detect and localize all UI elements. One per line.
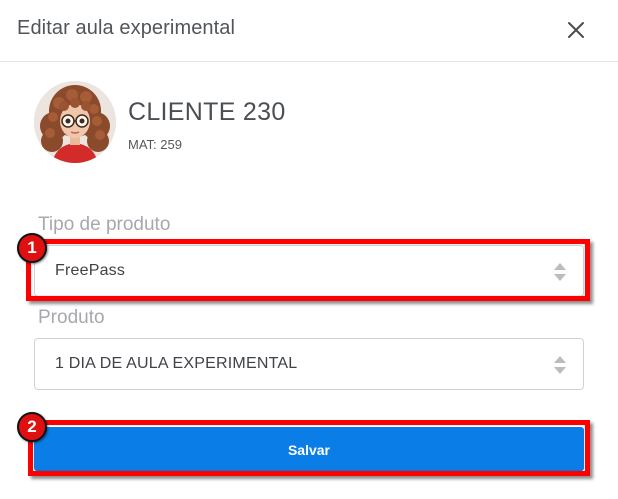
- modal-header: Editar aula experimental: [0, 0, 618, 62]
- product-type-label: Tipo de produto: [38, 214, 171, 235]
- avatar: [34, 81, 116, 163]
- sort-arrows-icon: [554, 263, 566, 281]
- client-registration: MAT: 259: [128, 137, 182, 152]
- edit-trial-class-modal: Editar aula experimental CLIENTE 230 MAT…: [0, 0, 618, 499]
- product-type-value: FreePass: [55, 262, 126, 279]
- step-badge-2: 2: [17, 412, 47, 442]
- product-value: 1 DIA DE AULA EXPERIMENTAL: [55, 355, 298, 372]
- product-select[interactable]: 1 DIA DE AULA EXPERIMENTAL: [34, 338, 584, 390]
- close-icon[interactable]: [566, 20, 586, 40]
- save-button[interactable]: Salvar: [34, 427, 584, 471]
- modal-title: Editar aula experimental: [17, 17, 236, 39]
- step-badge-1: 1: [17, 233, 47, 263]
- sort-arrows-icon: [554, 356, 566, 374]
- client-name: CLIENTE 230: [128, 98, 286, 126]
- product-label: Produto: [38, 307, 105, 328]
- product-type-select[interactable]: FreePass: [34, 245, 584, 297]
